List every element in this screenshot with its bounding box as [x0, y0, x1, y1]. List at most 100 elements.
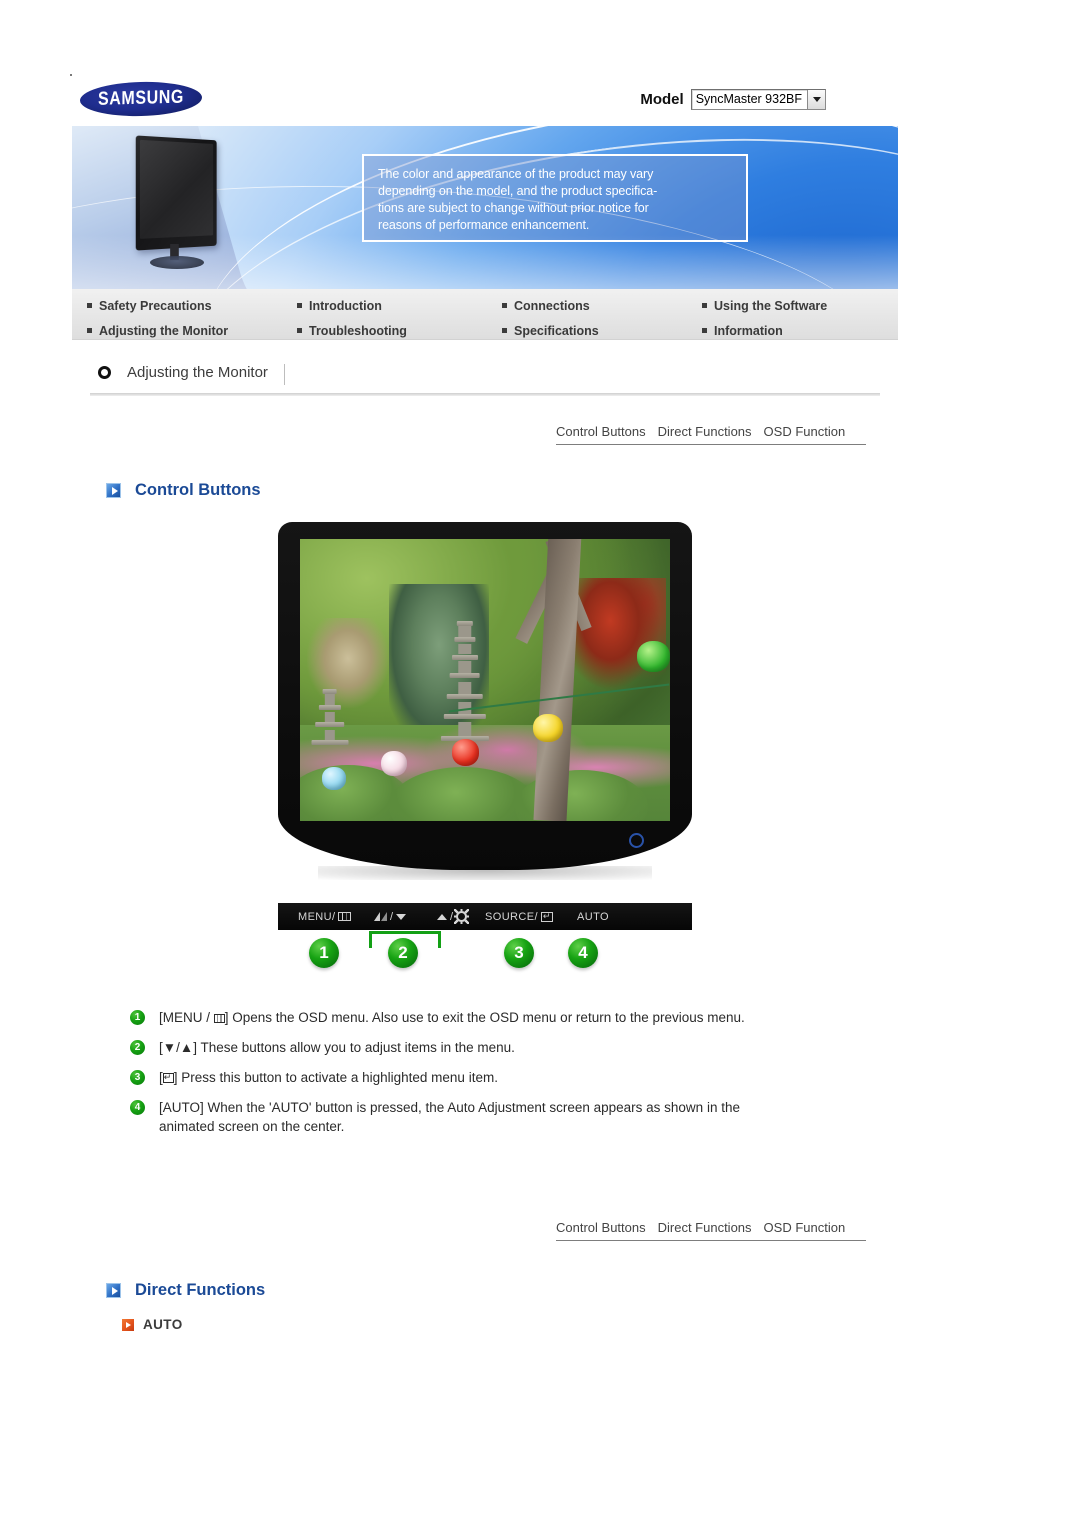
description-item-3: 3 [] Press this button to activate a hig… [130, 1068, 850, 1087]
hero-monitor-screen [139, 139, 214, 239]
blue-arrow-icon [106, 1283, 121, 1298]
scene-red-azalea [570, 578, 667, 697]
monitor-screen-panel [300, 539, 670, 821]
hero-monitor-illustration [130, 135, 226, 278]
tab-osd-function[interactable]: OSD Function [764, 424, 846, 439]
nav-item-introduction[interactable]: Introduction [292, 293, 497, 318]
tab-control-buttons[interactable]: Control Buttons [556, 424, 646, 439]
control-button-descriptions: 1 [MENU / ] Opens the OSD menu. Also use… [130, 1008, 850, 1147]
nav-item-adjusting-the-monitor[interactable]: Adjusting the Monitor [82, 318, 292, 343]
osd-menu-icon [213, 1014, 225, 1023]
square-bullet-icon [502, 328, 507, 333]
monitor-power-led [629, 833, 644, 848]
description-prefix: [MENU / [159, 1010, 214, 1025]
scene-lantern-yellow [533, 713, 563, 743]
nav-item-specifications[interactable]: Specifications [497, 318, 697, 343]
monitor-control-bar: MENU/ / / SOURCE/ AUTO [278, 903, 692, 930]
description-body: ] Opens the OSD menu. Also use to exit t… [224, 1010, 745, 1025]
callout-badge-1: 1 [309, 938, 339, 968]
section-divider [90, 393, 880, 396]
control-button-up[interactable]: / [437, 911, 468, 923]
hero-monitor-base [150, 256, 204, 269]
control-button-auto[interactable]: AUTO [577, 911, 609, 923]
square-bullet-icon [702, 328, 707, 333]
page-header: SAMSUNG Model SyncMaster 932BF [72, 80, 898, 126]
nav-label: Adjusting the Monitor [99, 323, 229, 338]
manual-page: SAMSUNG Model SyncMaster 932BF The color… [0, 0, 1080, 1528]
control-button-down[interactable]: / [374, 911, 407, 923]
scene-lantern-white [381, 750, 408, 776]
description-text: [▼/▲] These buttons allow you to adjust … [159, 1040, 515, 1055]
model-label: Model [640, 91, 684, 108]
main-navigation: Safety Precautions Introduction Connecti… [72, 289, 898, 340]
samsung-logo: SAMSUNG [79, 80, 203, 118]
nav-item-troubleshooting[interactable]: Troubleshooting [292, 318, 497, 343]
description-item-4: 4 [AUTO] When the 'AUTO' button is press… [130, 1098, 850, 1136]
monitor-shadow [318, 866, 652, 880]
model-selector-group: Model SyncMaster 932BF [640, 89, 826, 110]
callout-badge-3: 3 [504, 938, 534, 968]
heading-control-buttons: Control Buttons [106, 481, 261, 500]
heading-label: Direct Functions [135, 1281, 266, 1299]
description-item-1: 1 [MENU / ] Opens the OSD menu. Also use… [130, 1008, 850, 1027]
nav-label: Introduction [309, 298, 382, 313]
nav-item-connections[interactable]: Connections [497, 293, 697, 318]
description-badge: 2 [130, 1040, 145, 1055]
blue-arrow-icon [106, 483, 121, 498]
description-badge: 4 [130, 1100, 145, 1115]
hero-monitor-bezel [135, 135, 217, 251]
direct-function-label: AUTO [143, 1317, 183, 1332]
page-corner-dot [70, 74, 72, 76]
osd-menu-icon [338, 912, 352, 921]
tab-control-buttons[interactable]: Control Buttons [556, 1220, 646, 1235]
scene-lantern-red [451, 739, 480, 766]
page-title: Adjusting the Monitor [127, 364, 268, 381]
monitor-product-image [278, 522, 692, 890]
tab-osd-function[interactable]: OSD Function [764, 1220, 846, 1235]
nav-label: Information [714, 323, 783, 338]
enter-icon [162, 1071, 174, 1083]
square-bullet-icon [702, 303, 707, 308]
hero-disclaimer-box: The color and appearance of the product … [362, 154, 748, 242]
description-item-2: 2 [▼/▲] These buttons allow you to adjus… [130, 1038, 850, 1057]
magicbright-gear-icon [456, 911, 468, 922]
hero-disclaimer-line-3: tions are subject to change without prio… [378, 201, 649, 215]
nav-label: Safety Precautions [99, 298, 212, 313]
heading-direct-functions: Direct Functions [106, 1281, 265, 1300]
tab-direct-functions[interactable]: Direct Functions [658, 424, 752, 439]
square-bullet-icon [297, 328, 302, 333]
samsung-logo-text: SAMSUNG [97, 87, 185, 110]
model-select-arrow[interactable] [807, 90, 825, 109]
control-button-label: SOURCE/ [485, 910, 538, 923]
square-bullet-icon [87, 303, 92, 308]
nav-label: Troubleshooting [309, 323, 407, 338]
description-text: [] Press this button to activate a highl… [159, 1068, 498, 1087]
enter-icon [540, 910, 553, 922]
callout-badge-4: 4 [568, 938, 598, 968]
description-body: ] Press this button to activate a highli… [173, 1070, 498, 1085]
description-text: [MENU / ] Opens the OSD menu. Also use t… [159, 1008, 745, 1027]
scene-small-pagoda [311, 686, 349, 759]
description-badge: 3 [130, 1070, 145, 1085]
control-button-label: MENU/ [298, 910, 336, 923]
control-button-menu[interactable]: MENU/ [298, 910, 352, 923]
square-bullet-icon [502, 303, 507, 308]
scene-stone-pagoda [440, 618, 489, 753]
control-button-source[interactable]: SOURCE/ [485, 910, 553, 923]
tab-direct-functions[interactable]: Direct Functions [658, 1220, 752, 1235]
arrow-down-icon [396, 913, 407, 920]
square-bullet-icon [297, 303, 302, 308]
arrow-up-icon [437, 913, 447, 920]
brightness-icon [374, 912, 387, 921]
hero-disclaimer-line-2: depending on the model, and the product … [378, 184, 658, 198]
control-button-label: AUTO [577, 910, 609, 923]
description-text: [AUTO] When the 'AUTO' button is pressed… [159, 1100, 740, 1134]
model-select[interactable]: SyncMaster 932BF [690, 89, 826, 110]
scene-lantern-green [636, 640, 670, 672]
nav-item-safety-precautions[interactable]: Safety Precautions [82, 293, 292, 318]
direct-function-auto[interactable]: AUTO [122, 1317, 183, 1332]
nav-label: Specifications [514, 323, 599, 338]
nav-item-information[interactable]: Information [697, 318, 897, 343]
heading-label: Control Buttons [135, 481, 261, 499]
nav-item-using-the-software[interactable]: Using the Software [697, 293, 897, 318]
